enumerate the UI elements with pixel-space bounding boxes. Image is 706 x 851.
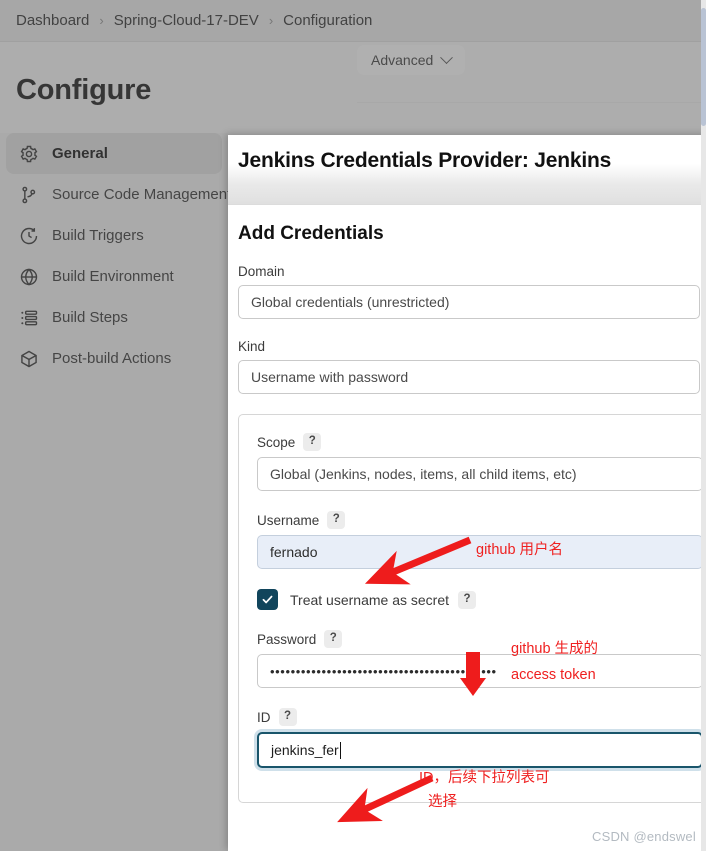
help-icon[interactable]: ? [278,708,297,726]
scrollbar-thumb[interactable] [701,8,706,126]
kind-value: Username with password [251,369,409,385]
scope-label: Scope ? [257,433,706,451]
scrollbar-track[interactable] [701,0,706,851]
breadcrumb-item-project[interactable]: Spring-Cloud-17-DEV [106,12,267,29]
gear-icon [18,143,39,164]
breadcrumb: Dashboard › Spring-Cloud-17-DEV › Config… [0,0,706,42]
sidebar-item-label: Source Code Management [52,186,232,203]
domain-value: Global credentials (unrestricted) [251,294,450,310]
scope-select[interactable]: Global (Jenkins, nodes, items, all child… [257,457,703,491]
credentials-fieldset: Scope ? Global (Jenkins, nodes, items, a… [238,414,706,803]
list-icon [18,307,39,328]
advanced-button-label: Advanced [371,52,434,68]
watermark: CSDN @endswel [592,829,696,844]
text-caret [339,741,341,759]
username-input[interactable]: fernado [257,535,703,569]
sidebar-item-general[interactable]: General [6,133,222,174]
username-label: Username ? [257,511,706,529]
branch-icon [18,184,39,205]
sidebar-item-build-triggers[interactable]: Build Triggers [6,215,222,256]
sidebar-item-label: General [52,145,108,162]
modal-body: Add Credentials Domain Global credential… [228,205,706,851]
clock-icon [18,225,39,246]
sidebar-item-label: Build Environment [52,268,174,285]
chevron-down-icon [440,50,454,64]
breadcrumb-separator-icon: › [99,13,104,28]
password-label: Password ? [257,630,706,648]
page-title: Configure [16,74,152,106]
globe-icon [18,266,39,287]
sidebar-item-post-build-actions[interactable]: Post-build Actions [6,338,222,379]
modal-title: Jenkins Credentials Provider: Jenkins [238,149,612,172]
breadcrumb-separator-icon: › [268,13,274,28]
scope-value: Global (Jenkins, nodes, items, all child… [270,466,577,482]
treat-username-as-secret-label: Treat username as secret ? [290,590,476,609]
section-title: Add Credentials [238,223,384,244]
password-value: ••••••••••••••••••••••••••••••••••••••••… [270,663,497,679]
password-input[interactable]: ••••••••••••••••••••••••••••••••••••••••… [257,654,703,688]
username-value: fernado [270,544,318,560]
sidebar-item-label: Build Triggers [52,227,144,244]
check-icon [262,595,273,604]
treat-username-as-secret-row[interactable]: Treat username as secret ? [257,589,706,610]
help-icon[interactable]: ? [458,590,476,609]
package-icon [18,348,39,369]
modal-header: Jenkins Credentials Provider: Jenkins [228,135,706,205]
domain-label: Domain [238,264,285,279]
id-label: ID ? [257,708,706,726]
sidebar-item-label: Build Steps [52,309,128,326]
sidebar-item-build-environment[interactable]: Build Environment [6,256,222,297]
domain-select[interactable]: Global credentials (unrestricted) [238,285,700,319]
divider [357,102,706,103]
breadcrumb-item-dashboard[interactable]: Dashboard [8,12,97,29]
id-input[interactable]: jenkins_fer [257,732,703,768]
kind-label: Kind [238,339,266,354]
help-icon[interactable]: ? [303,433,322,451]
sidebar-item-build-steps[interactable]: Build Steps [6,297,222,338]
breadcrumb-item-configuration[interactable]: Configuration [275,12,380,29]
treat-username-as-secret-checkbox[interactable] [257,589,278,610]
sidebar-item-label: Post-build Actions [52,350,172,367]
advanced-button[interactable]: Advanced [357,45,466,75]
help-icon[interactable]: ? [327,511,346,529]
sidebar-item-source-code-management[interactable]: Source Code Management [6,174,231,215]
id-value: jenkins_fer [271,742,339,758]
screenshot-root: Dashboard › Spring-Cloud-17-DEV › Config… [0,0,706,851]
credentials-modal: Jenkins Credentials Provider: Jenkins Ad… [228,135,706,851]
kind-select[interactable]: Username with password [238,360,700,394]
help-icon[interactable]: ? [324,630,343,648]
sidebar: General Source Code Management Build Tri… [0,133,231,851]
